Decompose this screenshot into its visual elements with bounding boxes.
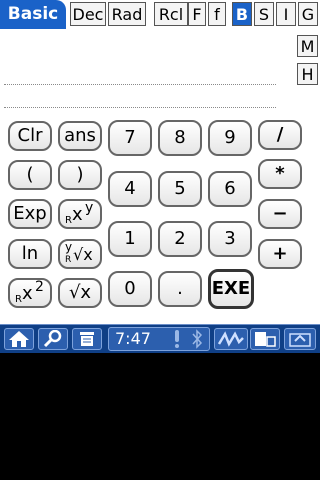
y-root-radicand: √x [73, 245, 93, 264]
x-pow-y-button[interactable]: R x y [58, 199, 102, 229]
tab-i[interactable]: I [276, 2, 296, 26]
x-squared-exp: 2 [35, 279, 44, 295]
digit-5-label: 5 [174, 178, 186, 199]
x-pow-y-sub: R [65, 215, 72, 226]
decimal-point-button[interactable]: . [158, 271, 202, 307]
calculator-screen: Basic Dec Rad Rcl F f B S I G M H Clr an… [0, 0, 320, 352]
subtract-button[interactable]: − [258, 199, 302, 229]
clear-label: Clr [17, 125, 43, 146]
digit-2-button[interactable]: 2 [158, 221, 202, 257]
digit-7-button[interactable]: 7 [108, 120, 152, 156]
history-button[interactable]: H [297, 63, 318, 85]
y-root-sub: R [65, 255, 72, 265]
left-paren-label: ( [26, 164, 34, 185]
tab-b[interactable]: B [232, 2, 252, 26]
add-button[interactable]: + [258, 239, 302, 269]
clock-panel[interactable]: 7:47 [108, 327, 210, 351]
digit-4-button[interactable]: 4 [108, 171, 152, 207]
input-area-icon [289, 333, 311, 347]
add-label: + [272, 243, 288, 264]
y-root-x-button[interactable]: y R √x [58, 239, 102, 269]
exp-label: Exp [13, 203, 47, 224]
multiply-button[interactable]: * [258, 159, 302, 189]
menu-icon [80, 332, 94, 346]
sqrt-label: √x [68, 282, 92, 303]
clock: 7:47 [115, 329, 151, 348]
f-upper-button[interactable]: F [188, 2, 206, 26]
f-lower-button[interactable]: f [208, 2, 226, 26]
digit-6-label: 6 [224, 178, 236, 199]
tab-rad[interactable]: Rad [108, 2, 146, 26]
digit-3-button[interactable]: 3 [208, 221, 252, 257]
display-line-2 [4, 107, 276, 108]
x-squared-sub: R [15, 294, 22, 305]
right-paren-button[interactable]: ) [58, 160, 102, 190]
subtract-label: − [272, 203, 288, 224]
home-button[interactable] [4, 328, 34, 350]
tab-s[interactable]: S [254, 2, 274, 26]
graffiti-button[interactable] [214, 328, 248, 350]
exp-button[interactable]: Exp [8, 199, 52, 229]
execute-button[interactable]: EXE [208, 269, 254, 309]
execute-label: EXE [211, 278, 251, 299]
graffiti-icon [217, 331, 244, 347]
digit-0-button[interactable]: 0 [108, 271, 152, 307]
screen-button[interactable] [250, 328, 280, 350]
home-icon [9, 331, 29, 347]
ln-button[interactable]: ln [8, 239, 52, 269]
digit-4-label: 4 [124, 178, 136, 199]
digit-8-button[interactable]: 8 [158, 120, 202, 156]
ans-button[interactable]: ans [58, 121, 102, 151]
digit-5-button[interactable]: 5 [158, 171, 202, 207]
right-paren-label: ) [76, 164, 84, 185]
x-squared-base: x [22, 283, 33, 304]
divide-label: / [276, 124, 284, 145]
bluetooth-icon [192, 329, 203, 349]
digit-6-button[interactable]: 6 [208, 171, 252, 207]
display-icon [255, 332, 276, 347]
input-area-toggle-button[interactable] [284, 328, 316, 350]
menu-button[interactable] [72, 328, 102, 350]
digit-8-label: 8 [174, 127, 186, 148]
memory-button[interactable]: M [297, 35, 318, 57]
display-line-1 [4, 84, 276, 85]
tab-g[interactable]: G [298, 2, 318, 26]
left-paren-button[interactable]: ( [8, 160, 52, 190]
digit-9-label: 9 [224, 127, 236, 148]
digit-3-label: 3 [224, 228, 236, 249]
digit-1-button[interactable]: 1 [108, 221, 152, 257]
alert-icon [175, 330, 179, 348]
divide-button[interactable]: / [258, 120, 302, 150]
clear-button[interactable]: Clr [8, 121, 52, 151]
digit-0-label: 0 [124, 278, 136, 299]
x-pow-y-exp: y [85, 200, 94, 216]
tab-basic[interactable]: Basic [0, 0, 66, 29]
digit-2-label: 2 [174, 228, 186, 249]
tab-dec[interactable]: Dec [70, 2, 106, 26]
rcl-button[interactable]: Rcl [154, 2, 188, 26]
y-root-index: y [65, 240, 73, 254]
multiply-label: * [275, 163, 285, 184]
decimal-point-label: . [177, 278, 183, 299]
find-button[interactable] [38, 328, 68, 350]
system-taskbar: 7:47 [0, 324, 320, 353]
digit-1-label: 1 [124, 228, 136, 249]
digit-7-label: 7 [124, 127, 136, 148]
digit-9-button[interactable]: 9 [208, 120, 252, 156]
sqrt-button[interactable]: √x [58, 278, 102, 308]
search-icon [43, 329, 62, 348]
x-squared-button[interactable]: R x 2 [8, 278, 52, 308]
x-pow-y-base: x [72, 204, 83, 225]
ln-label: ln [21, 243, 39, 264]
ans-label: ans [64, 125, 96, 146]
